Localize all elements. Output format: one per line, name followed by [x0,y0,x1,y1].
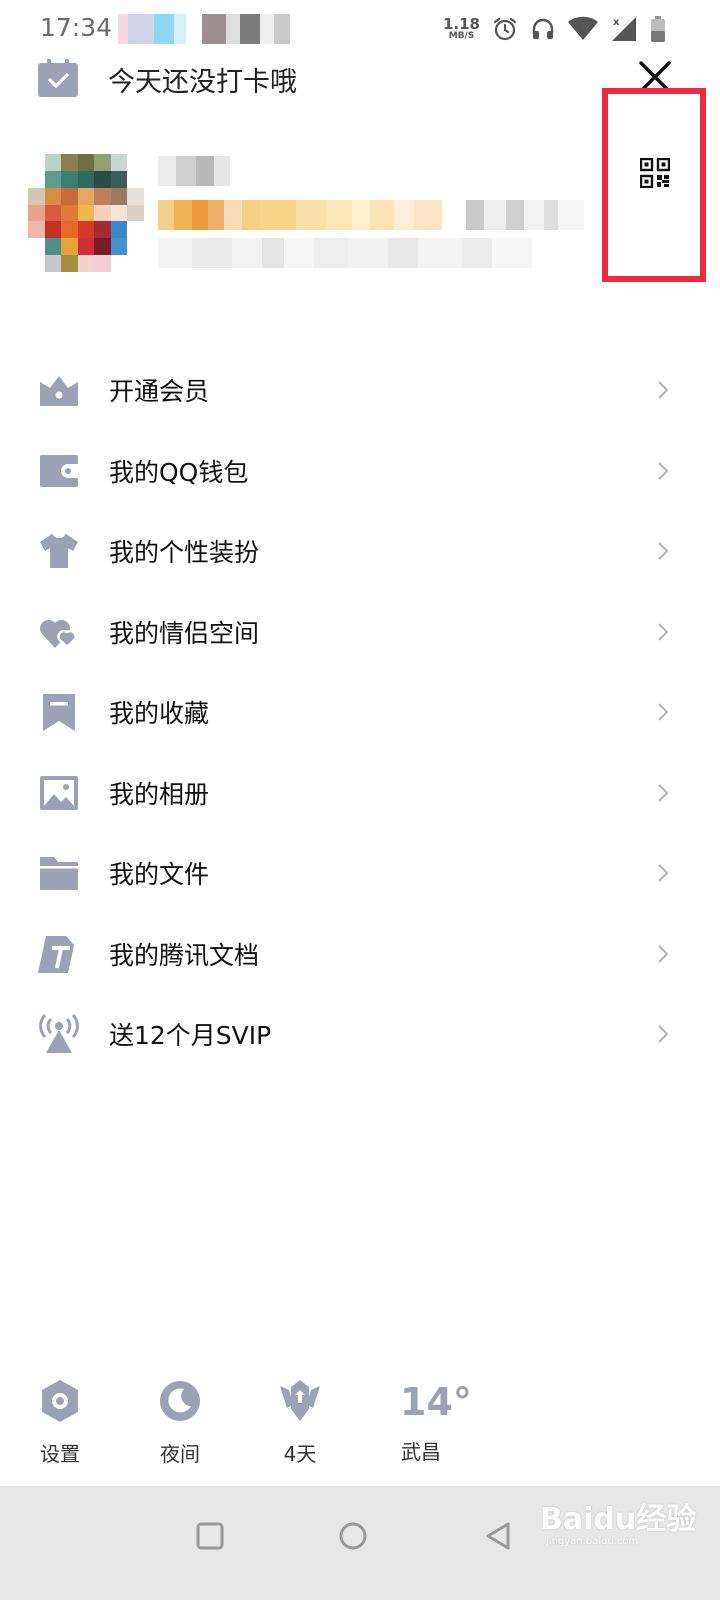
menu-item-vip[interactable]: 开通会员 [0,350,720,431]
crown-icon [40,376,78,406]
chevron-right-icon [658,864,669,882]
menu-item-album[interactable]: 我的相册 [0,753,720,834]
qq-side-drawer: { "status_bar": { "time": "17:34", "net_… [0,0,720,1600]
signature-blurred [158,238,532,268]
settings-button[interactable]: 设置 [20,1378,100,1467]
menu-item-theme[interactable]: 我的个性装扮 [0,511,720,592]
menu-label: 送12个月SVIP [109,1021,272,1051]
menu-label: 我的相册 [109,779,210,809]
network-speed: 1.18 MB/S [442,15,480,41]
broadcast-icon [39,1014,79,1053]
menu-label: 我的文件 [109,860,210,890]
tshirt-icon [40,534,78,568]
chevron-right-icon [658,945,669,963]
menu-label: 我的个性装扮 [109,538,260,568]
moon-icon [160,1381,200,1421]
vip-status-blurred [158,200,590,230]
chevron-right-icon [658,542,669,560]
hearts-icon [39,619,77,649]
headphones-icon [532,18,554,39]
menu-item-favorites[interactable]: 我的收藏 [0,672,720,753]
weather-temperature[interactable]: 14° [400,1380,472,1424]
winged-badge-icon [280,1380,320,1421]
menu-item-files[interactable]: 我的文件 [0,833,720,914]
avatar[interactable] [28,154,144,272]
back-triangle-icon[interactable] [478,1516,518,1556]
nickname-blurred [158,156,230,186]
login-streak-button[interactable]: 4天 [260,1378,340,1467]
home-circle-icon[interactable] [333,1516,373,1556]
status-bar: 17:34 1.18 MB/S x [0,0,720,58]
tencent-docs-icon [38,935,76,973]
menu-label: 我的腾讯文档 [109,940,260,970]
chevron-right-icon [658,1025,669,1043]
signal-icon: x [612,17,636,41]
qr-code-icon[interactable] [640,158,670,188]
svg-text:x: x [613,17,620,28]
notification-icons-blurred [118,14,294,44]
menu-item-tencent-docs[interactable]: 我的腾讯文档 [0,914,720,995]
settings-hexagon-icon [42,1380,78,1422]
chevron-right-icon [658,784,669,802]
checkin-prompt[interactable]: 今天还没打卡哦 [108,60,297,99]
alarm-icon [493,17,517,41]
baidu-jingyan-watermark: Baidu经验 jingyan.baidu.com [540,1502,697,1547]
photo-album-icon [40,775,78,810]
wallet-icon [40,454,78,487]
status-icons: 1.18 MB/S x [443,12,666,46]
chevron-right-icon [658,462,669,480]
bookmark-icon [43,694,75,731]
chevron-right-icon [658,381,669,399]
menu-label: 我的收藏 [109,699,210,729]
menu-item-svip-gift[interactable]: 送12个月SVIP [0,994,720,1075]
folder-icon [40,857,78,890]
menu-label: 我的情侣空间 [109,618,260,648]
weather-city[interactable]: 武昌 [401,1436,441,1465]
recents-square-icon[interactable] [190,1516,230,1556]
menu-item-couple-space[interactable]: 我的情侣空间 [0,592,720,673]
night-mode-button[interactable]: 夜间 [140,1378,220,1467]
menu-label: 我的QQ钱包 [109,457,249,487]
menu-item-wallet[interactable]: 我的QQ钱包 [0,431,720,512]
menu-label: 开通会员 [109,377,210,407]
wifi-icon [568,16,598,40]
checkin-calendar-icon[interactable] [38,58,78,98]
drawer-menu: 开通会员 我的QQ钱包 我的个性装扮 我的情侣空间 我的收藏 我的相册 我的文件… [0,350,720,1075]
status-time: 17:34 [40,13,113,42]
battery-icon [651,16,665,42]
chevron-right-icon [658,703,669,721]
chevron-right-icon [658,623,669,641]
